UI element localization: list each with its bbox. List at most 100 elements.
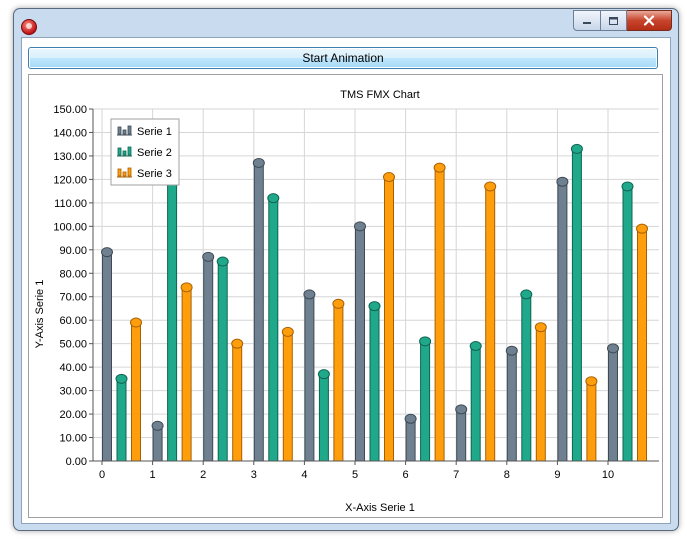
bar	[333, 303, 344, 462]
app-window: Start Animation TMS FMX Chart 0.00 10.00 2…	[13, 8, 679, 531]
y-tick-label: 150.00	[53, 104, 87, 116]
bar-cap	[101, 247, 113, 258]
bar	[167, 164, 178, 462]
bar	[521, 293, 532, 462]
bar-cap	[354, 221, 366, 232]
x-tick-label: 2	[200, 469, 206, 481]
bar	[535, 326, 546, 462]
bar-cap	[332, 298, 345, 309]
y-tick-label: 80.00	[59, 268, 87, 280]
bar	[485, 185, 496, 462]
bar	[470, 345, 481, 462]
bar-cap	[368, 301, 381, 312]
app-icon[interactable]	[21, 19, 37, 35]
x-tick-label: 10	[602, 469, 614, 481]
bar-cap	[505, 345, 518, 356]
bar	[217, 261, 228, 462]
y-tick-label: 110.00	[54, 198, 87, 210]
bar-cap	[585, 376, 598, 387]
legend-swatch-bar	[127, 125, 132, 135]
x-axis-label: X-Axis Serie 1	[345, 502, 415, 514]
legend-swatch-bar	[117, 147, 122, 156]
bar-cap	[520, 289, 533, 300]
bar	[102, 251, 112, 462]
client-area: Start Animation TMS FMX Chart 0.00 10.00 2…	[21, 37, 671, 524]
bar-cap	[556, 176, 569, 187]
y-tick-label: 20.00	[59, 409, 87, 421]
x-tick-label: 4	[301, 469, 307, 481]
bar	[571, 148, 582, 462]
bar-cap	[202, 251, 215, 262]
bar-cap	[636, 223, 648, 234]
bar-cap	[534, 322, 547, 333]
bar-cap	[252, 157, 265, 168]
bar-chart: TMS FMX Chart 0.0010.0020.0030.0040.0050…	[34, 89, 659, 514]
maximize-button[interactable]	[601, 10, 627, 31]
bar-cap	[433, 162, 446, 173]
legend-swatch-bar	[117, 126, 122, 135]
x-tick-label: 1	[150, 469, 156, 481]
y-tick-label: 50.00	[59, 339, 87, 351]
x-tick-label: 8	[504, 469, 510, 481]
minimize-button[interactable]	[573, 10, 601, 31]
legend-swatch-bar	[117, 168, 122, 177]
window-controls	[573, 10, 672, 31]
title-bar[interactable]	[14, 9, 678, 37]
x-tick-label: 5	[352, 469, 358, 481]
x-tick-label: 9	[554, 469, 560, 481]
start-animation-button[interactable]: Start Animation	[28, 47, 658, 69]
bar-cap	[267, 193, 280, 204]
maximize-icon	[609, 16, 618, 25]
bar	[181, 286, 192, 462]
y-tick-label: 30.00	[59, 386, 87, 398]
y-tick-label: 10.00	[59, 433, 87, 445]
close-icon	[643, 15, 655, 26]
y-tick-label: 100.00	[53, 221, 87, 233]
y-tick-label: 90.00	[59, 245, 87, 257]
bar	[253, 162, 264, 462]
bar-cap	[570, 143, 583, 154]
bar	[116, 378, 127, 462]
bar	[268, 197, 279, 462]
bar	[420, 340, 431, 462]
bar-cap	[231, 338, 244, 349]
bar	[405, 418, 416, 462]
close-button[interactable]	[627, 10, 672, 31]
bar-cap	[115, 373, 128, 384]
y-axis-label: Y-Axis Serie 1	[34, 280, 46, 349]
bar-cap	[151, 420, 164, 431]
bar	[608, 347, 618, 462]
legend-swatch-bar	[122, 150, 127, 156]
bar	[456, 408, 467, 462]
bar-marks	[101, 143, 648, 462]
bar-cap	[404, 413, 417, 424]
bar-cap	[303, 289, 316, 300]
bar	[622, 185, 633, 462]
bar-cap	[621, 181, 634, 192]
legend-label: Serie 2	[137, 147, 172, 159]
y-tick-label: 60.00	[59, 315, 87, 327]
chart-panel: TMS FMX Chart 0.00 10.00 20.00 30.00 40.00 50…	[28, 74, 663, 518]
bar	[152, 425, 163, 462]
y-tick-label: 0.00	[66, 456, 87, 468]
bar-cap	[317, 369, 330, 380]
bar	[506, 350, 517, 462]
bar-cap	[455, 404, 468, 415]
legend-swatch-bar	[122, 171, 127, 177]
bar	[318, 373, 329, 462]
y-tick-label: 130.00	[53, 151, 87, 163]
legend-swatch-bar	[127, 146, 132, 156]
legend: Serie 1 Serie 2 Serie 3	[110, 118, 180, 186]
legend-swatch-bar	[127, 167, 132, 177]
x-tick-label: 0	[99, 469, 105, 481]
bar	[131, 322, 141, 462]
bar	[203, 256, 214, 462]
legend-label: Serie 3	[137, 168, 172, 180]
bar	[232, 343, 243, 462]
bar	[355, 225, 365, 462]
bar-cap	[281, 326, 294, 337]
minimize-icon	[583, 21, 591, 24]
chart-title: TMS FMX Chart	[340, 89, 419, 101]
x-tick-label: 3	[251, 469, 257, 481]
y-tick-label: 120.00	[53, 174, 87, 186]
